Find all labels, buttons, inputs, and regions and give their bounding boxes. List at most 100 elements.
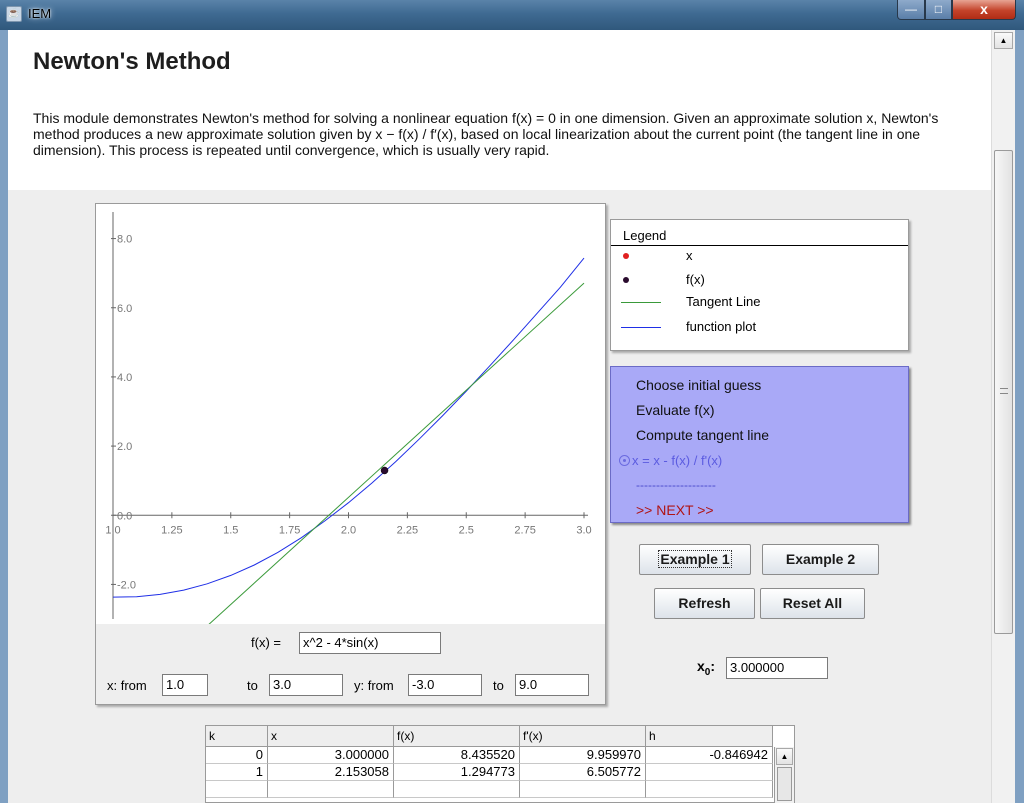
y-from-label: y: from xyxy=(354,678,394,693)
legend-item-x: x xyxy=(611,246,908,266)
x-tick-label: 2.25 xyxy=(397,524,418,536)
x-tick-label: 1.25 xyxy=(161,524,182,536)
y-to-label: to xyxy=(493,678,504,693)
red-dot-icon xyxy=(623,253,629,259)
x-tick-label: 2.0 xyxy=(341,524,356,536)
column-header-x[interactable]: x xyxy=(268,726,394,747)
x0-label-colon: : xyxy=(710,658,716,674)
steps-separator: -------------------- xyxy=(636,478,716,492)
fx-point-marker xyxy=(380,466,389,475)
table-cell xyxy=(646,781,773,798)
function-plot-series-line xyxy=(112,257,585,598)
x-tick-label: 1.75 xyxy=(279,524,300,536)
module-description: This module demonstrates Newton's method… xyxy=(33,110,939,158)
table-cell: -0.846942 xyxy=(646,747,773,764)
x-from-label: x: from xyxy=(107,678,147,693)
legend-label: x xyxy=(686,248,693,263)
y-tick-label: 0.0 xyxy=(117,510,132,522)
scroll-thumb[interactable] xyxy=(994,150,1013,634)
window-frame-right xyxy=(1015,30,1024,803)
table-scroll-thumb[interactable] xyxy=(777,767,792,801)
table-cell xyxy=(646,764,773,781)
table-cell xyxy=(268,781,394,798)
legend-label: f(x) xyxy=(686,272,705,287)
example-1-label: Example 1 xyxy=(658,550,732,568)
reset-all-label: Reset All xyxy=(782,595,843,611)
y-tick-label: 4.0 xyxy=(117,372,132,384)
fx-input[interactable]: x^2 - 4*sin(x) xyxy=(299,632,441,654)
column-header-dfx[interactable]: f'(x) xyxy=(520,726,646,747)
example-1-button[interactable]: Example 1 xyxy=(639,544,751,575)
iteration-table: k x f(x) f'(x) h 0 3.000000 8.435520 9.9… xyxy=(205,725,795,803)
y-tick-label: -2.0 xyxy=(117,579,136,591)
legend-item-function-plot: function plot xyxy=(611,317,908,337)
y-tick-label: 8.0 xyxy=(117,234,132,246)
table-header: k x f(x) f'(x) h xyxy=(206,726,773,747)
step-compute-tangent-line: Compute tangent line xyxy=(636,427,770,443)
next-step-button[interactable]: >> NEXT >> xyxy=(636,502,714,518)
maximize-button[interactable]: □ xyxy=(925,0,952,20)
function-plot-chart: 8.0 6.0 4.0 2.0 0.0 -2.0 1.0 1.25 1.5 1.75 2.0 2.25… xyxy=(105,212,592,624)
table-cell xyxy=(394,781,520,798)
column-header-fx[interactable]: f(x) xyxy=(394,726,520,747)
plot-panel: 8.0 6.0 4.0 2.0 0.0 -2.0 1.0 1.25 1.5 1.75 2.0 2.25… xyxy=(95,203,606,705)
example-2-label: Example 2 xyxy=(785,551,856,567)
module-header: Newton's Method This module demonstrates… xyxy=(8,30,991,190)
column-header-h[interactable]: h xyxy=(646,726,773,747)
table-cell: 9.959970 xyxy=(520,747,646,764)
table-cell: 8.435520 xyxy=(394,747,520,764)
fx-label: f(x) = xyxy=(251,635,281,650)
minimize-button[interactable]: — xyxy=(897,0,925,20)
x-from-input[interactable]: 1.0 xyxy=(162,674,208,696)
table-cell: 3.000000 xyxy=(268,747,394,764)
window-titlebar[interactable]: ☕ IEM — □ x xyxy=(0,0,1024,30)
legend-panel: Legend x f(x) Tangent Line function plot xyxy=(610,219,909,351)
refresh-label: Refresh xyxy=(678,595,731,611)
scroll-up-arrow-icon[interactable]: ▲ xyxy=(776,748,793,765)
x-tick-label: 2.75 xyxy=(514,524,535,536)
y-to-input[interactable]: 9.0 xyxy=(515,674,589,696)
table-cell: 1.294773 xyxy=(394,764,520,781)
step-choose-initial-guess: Choose initial guess xyxy=(636,377,762,393)
main-content: Newton's Method This module demonstrates… xyxy=(8,30,991,803)
dark-dot-icon xyxy=(623,277,629,283)
x-tick-label: 3.0 xyxy=(576,524,591,536)
legend-item-fx: f(x) xyxy=(611,270,908,290)
radio-selected-icon xyxy=(619,455,630,466)
plot-area: 8.0 6.0 4.0 2.0 0.0 -2.0 1.0 1.25 1.5 1.75 2.0 2.25… xyxy=(96,204,605,624)
x-tick-label: 1.5 xyxy=(223,524,238,536)
reset-all-button[interactable]: Reset All xyxy=(760,588,865,619)
refresh-button[interactable]: Refresh xyxy=(654,588,755,619)
window-title: IEM xyxy=(28,6,52,21)
y-from-input[interactable]: -3.0 xyxy=(408,674,482,696)
page-title: Newton's Method xyxy=(33,48,231,75)
tangent-line-series-line xyxy=(208,282,585,624)
java-app-icon: ☕ xyxy=(6,6,22,22)
table-cell: 2.153058 xyxy=(268,764,394,781)
table-cell xyxy=(206,781,268,798)
window-frame-left xyxy=(0,30,8,803)
green-line-icon xyxy=(621,302,661,303)
step-evaluate-fx: Evaluate f(x) xyxy=(636,402,715,418)
close-button[interactable]: x xyxy=(952,0,1016,20)
column-header-k[interactable]: k xyxy=(206,726,268,747)
y-tick-label: 2.0 xyxy=(117,441,132,453)
table-cell xyxy=(520,781,646,798)
x-to-input[interactable]: 3.0 xyxy=(269,674,343,696)
x0-input[interactable]: 3.000000 xyxy=(726,657,828,679)
step-update-x: x = x - f(x) / f'(x) xyxy=(619,453,722,468)
table-scrollbar[interactable]: ▲ xyxy=(774,747,794,803)
example-2-button[interactable]: Example 2 xyxy=(762,544,879,575)
algorithm-steps-panel: Choose initial guess Evaluate f(x) Compu… xyxy=(610,366,909,523)
legend-item-tangent-line: Tangent Line xyxy=(611,292,908,312)
legend-title: Legend xyxy=(623,228,667,243)
table-cell: 1 xyxy=(206,764,268,781)
main-scrollbar[interactable]: ▲ xyxy=(991,30,1015,803)
table-cell: 0 xyxy=(206,747,268,764)
x0-label: x0: xyxy=(697,658,715,678)
x-tick-label: 2.5 xyxy=(459,524,474,536)
y-tick-label: 6.0 xyxy=(117,303,132,315)
scroll-up-arrow-icon[interactable]: ▲ xyxy=(994,32,1013,49)
x-to-label: to xyxy=(247,678,258,693)
x-tick-label: 1.0 xyxy=(105,524,120,536)
